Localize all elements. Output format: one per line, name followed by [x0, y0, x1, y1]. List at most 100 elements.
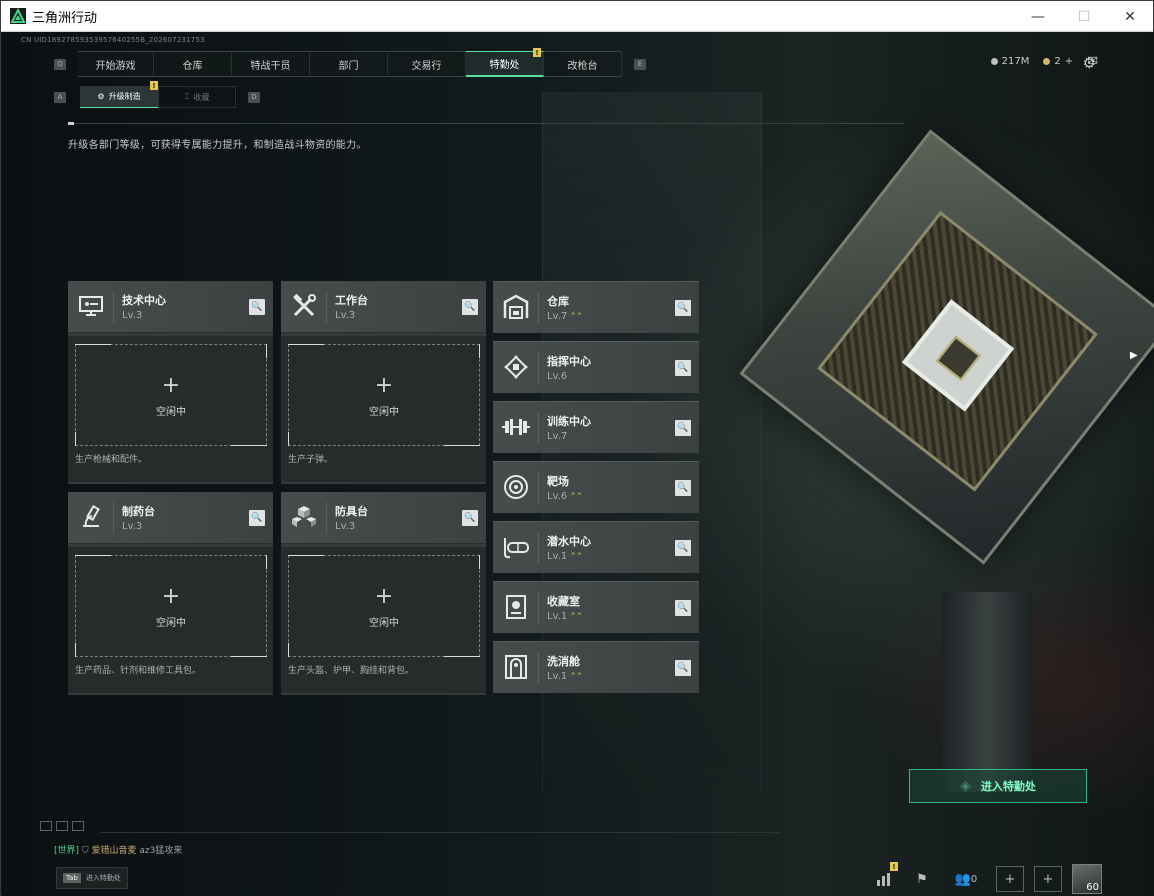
search-icon[interactable]: 🔍 — [675, 360, 691, 376]
production-slot[interactable]: + 空闲中 — [288, 555, 480, 657]
maximize-button[interactable]: ☐ — [1061, 1, 1107, 32]
minimize-button[interactable]: — — [1015, 1, 1061, 32]
chat-controls — [40, 821, 84, 831]
key-hint-q: Q — [54, 58, 66, 70]
tab-special-ops-label: 特勤处 — [489, 60, 520, 71]
settings-gear-icon[interactable]: ⚙ — [1083, 54, 1096, 72]
search-icon[interactable]: 🔍 — [462, 510, 478, 526]
close-button[interactable]: ✕ — [1107, 1, 1153, 32]
production-card-workbench: 工作台 Lv.3 🔍 + 空闲中 生产子弹。 — [281, 281, 486, 484]
friends-button[interactable]: 👥 0 — [946, 866, 986, 892]
search-icon[interactable]: 🔍 — [462, 299, 478, 315]
upgrade-available-icon: ⌃⌃ — [569, 312, 583, 322]
card-level: Lv.6 — [547, 371, 568, 382]
card-title: 技术中心 — [122, 294, 166, 307]
upgrade-available-icon: ⌃⌃ — [569, 552, 583, 562]
production-slot[interactable]: + 空闲中 — [75, 555, 267, 657]
chip-icon — [501, 352, 531, 382]
tab-start-game[interactable]: 开始游戏 — [78, 51, 154, 77]
game-viewport: ▶ CN UID18927859353957640255B_2026072317… — [2, 32, 1154, 896]
avatar[interactable]: 60 — [1072, 864, 1102, 894]
subtab-upgrade-craft-label: 升级制造 — [108, 92, 141, 101]
production-card-armor-bench: 防具台 Lv.3 🔍 + 空闲中 生产头盔、护甲、胸挂和背包。 — [281, 492, 486, 695]
production-card-tech-center: 技术中心 Lv.3 🔍 + 空闲中 生产枪械和配件。 — [68, 281, 273, 484]
card-description: 生产子弹。 — [288, 455, 334, 465]
card-header: 工作台 Lv.3 🔍 — [281, 281, 486, 333]
department-card-training-center[interactable]: 训练中心 Lv.7 🔍 — [493, 401, 699, 453]
enter-special-ops-label: 进入特勤处 — [980, 780, 1036, 793]
chat-tab-3[interactable] — [72, 821, 84, 831]
chat-message[interactable]: [世界] ⛉ 爱错山音麦 az3猛攻来 — [54, 843, 182, 856]
chat-text: az3猛攻来 — [139, 846, 183, 856]
stats-alert-badge: ! — [890, 862, 898, 871]
subtab-alert-badge: ! — [150, 81, 158, 90]
chat-tab-2[interactable] — [56, 821, 68, 831]
slot-status: 空闲中 — [156, 407, 186, 418]
craft-icon: ⚙ — [97, 92, 105, 101]
subtab-collection[interactable]: ⌶ 收藏 — [158, 86, 236, 108]
diving-mask-icon — [501, 532, 531, 562]
subtab-upgrade-craft[interactable]: ⚙ 升级制造 ! — [80, 81, 158, 108]
search-icon[interactable]: 🔍 — [675, 480, 691, 496]
search-icon[interactable]: 🔍 — [675, 420, 691, 436]
search-icon[interactable]: 🔍 — [249, 510, 265, 526]
upgrade-available-icon: ⌃⌃ — [569, 492, 583, 502]
tab-hint[interactable]: Tab 进入特勤处 — [56, 867, 128, 889]
department-card-collection-room[interactable]: 收藏室 Lv.1 ⌃⌃ 🔍 — [493, 581, 699, 633]
invite-button-1[interactable]: + — [996, 866, 1024, 892]
card-title: 潜水中心 — [547, 535, 591, 548]
tab-operators[interactable]: 特战干员 — [232, 51, 310, 77]
tab-trade[interactable]: 交易行 — [388, 51, 466, 77]
department-card-command-center[interactable]: 指挥中心 Lv.6 🔍 — [493, 341, 699, 393]
plus-icon: + — [374, 373, 394, 398]
search-icon[interactable]: 🔍 — [675, 600, 691, 616]
production-slot[interactable]: + 空闲中 — [75, 344, 267, 446]
add-ticket-button[interactable]: + — [1065, 56, 1073, 67]
stats-icon[interactable]: ! — [870, 862, 898, 892]
title-bar: 三角洲行动 — ☐ ✕ — [1, 1, 1153, 32]
production-slot[interactable]: + 空闲中 — [288, 344, 480, 446]
cursor-icon: ▶ — [1130, 350, 1138, 361]
production-slot-area: + 空闲中 生产子弹。 — [281, 336, 486, 482]
tab-gunsmith[interactable]: 改枪台 — [544, 51, 622, 77]
enter-icon: ◈ — [960, 778, 971, 794]
invite-button-2[interactable]: + — [1034, 866, 1062, 892]
decon-pod-icon — [501, 652, 531, 682]
department-card-shooting-range[interactable]: 靶场 Lv.6 ⌃⌃ 🔍 — [493, 461, 699, 513]
slot-status: 空闲中 — [369, 407, 399, 418]
upgrade-available-icon: ⌃⌃ — [569, 672, 583, 682]
production-slot-area: + 空闲中 生产枪械和配件。 — [68, 336, 273, 482]
card-title: 工作台 — [335, 294, 368, 307]
card-level: Lv.1 — [547, 611, 568, 622]
coin-balance[interactable]: 217M — [990, 56, 1030, 67]
slot-status: 空闲中 — [369, 618, 399, 629]
department-card-diving-center[interactable]: 潜水中心 Lv.1 ⌃⌃ 🔍 — [493, 521, 699, 573]
player-uid: CN UID18927859353957640255B_202607231753 — [21, 36, 205, 44]
search-icon[interactable]: 🔍 — [249, 299, 265, 315]
card-level: Lv.1 — [547, 551, 568, 562]
plus-icon: + — [161, 584, 181, 609]
card-title: 仓库 — [547, 295, 569, 308]
card-header: 制药台 Lv.3 🔍 — [68, 492, 273, 544]
search-icon[interactable]: 🔍 — [675, 540, 691, 556]
card-level: Lv.6 — [547, 491, 568, 502]
chat-tab-1[interactable] — [40, 821, 52, 831]
card-title: 训练中心 — [547, 415, 591, 428]
tab-special-ops[interactable]: 特勤处 ! — [466, 48, 544, 77]
chat-channel: [世界] — [54, 846, 80, 856]
trophy-case-icon — [501, 592, 531, 622]
coin-amount: 217M — [1001, 56, 1030, 67]
tab-warehouse[interactable]: 仓库 — [154, 51, 232, 77]
department-card-decontamination[interactable]: 洗消舱 Lv.1 ⌃⌃ 🔍 — [493, 641, 699, 693]
search-icon[interactable]: 🔍 — [675, 660, 691, 676]
flag-icon[interactable]: ⚑ — [908, 866, 936, 892]
card-title: 收藏室 — [547, 595, 580, 608]
ticket-balance[interactable]: 2 + — [1043, 56, 1073, 67]
search-icon[interactable]: 🔍 — [675, 300, 691, 316]
window-title: 三角洲行动 — [32, 10, 98, 26]
key-hint-a: A — [54, 91, 66, 103]
card-header: 防具台 Lv.3 🔍 — [281, 492, 486, 544]
enter-special-ops-button[interactable]: ◈ 进入特勤处 — [909, 769, 1087, 803]
department-card-warehouse[interactable]: 仓库 Lv.7 ⌃⌃ 🔍 — [493, 281, 699, 333]
tab-departments[interactable]: 部门 — [310, 51, 388, 77]
